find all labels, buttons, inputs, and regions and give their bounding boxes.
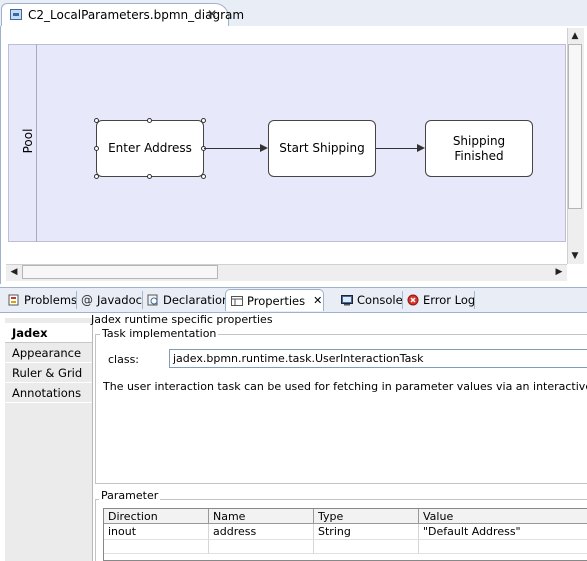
- tab-label: Properties: [247, 293, 306, 308]
- tab-label: Console: [357, 293, 403, 307]
- tab-label: Javadoc: [97, 293, 142, 307]
- selection-handle[interactable]: [201, 174, 206, 179]
- table-empty-cell: [419, 540, 587, 554]
- table-empty-cell: [314, 540, 419, 554]
- sidebar-tab-jadex[interactable]: Jadex: [5, 323, 92, 343]
- tab-declaration[interactable]: Declaration: [147, 289, 229, 311]
- group-title: Task implementation: [100, 327, 219, 340]
- table-cell-name[interactable]: address: [209, 524, 314, 540]
- task-label: Shipping Finished: [452, 133, 506, 163]
- selection-handle[interactable]: [147, 174, 152, 179]
- close-icon[interactable]: ✕: [313, 294, 322, 307]
- tab-separator: [402, 291, 403, 309]
- sequence-flow[interactable]: [376, 148, 417, 149]
- table-cell-direction[interactable]: inout: [104, 524, 209, 540]
- column-header-name[interactable]: Name: [209, 509, 314, 524]
- console-icon: [341, 295, 353, 306]
- declaration-icon: [147, 294, 158, 306]
- tab-problems[interactable]: Problems: [8, 289, 77, 311]
- section-title: Jadex runtime specific properties: [91, 313, 273, 326]
- table-cell-value[interactable]: "Default Address": [419, 524, 587, 540]
- problems-icon: [8, 294, 19, 306]
- arrow-head-icon: [417, 144, 425, 152]
- table-empty-cell: [104, 540, 209, 554]
- vertical-scroll-thumb[interactable]: [568, 44, 582, 209]
- task-label: Start Shipping: [279, 141, 365, 155]
- column-header-value[interactable]: Value: [419, 509, 587, 524]
- selection-handle[interactable]: [94, 118, 99, 123]
- selection-handle[interactable]: [147, 118, 152, 123]
- selection-handle[interactable]: [94, 174, 99, 179]
- properties-icon: [231, 295, 243, 306]
- error-log-icon: [407, 294, 419, 306]
- column-header-direction[interactable]: Direction: [104, 509, 209, 524]
- scroll-left-icon[interactable]: ◀: [7, 265, 21, 279]
- sidebar-tab-annotations[interactable]: Annotations: [5, 383, 92, 403]
- scroll-down-icon[interactable]: ▼: [568, 249, 582, 263]
- sequence-flow[interactable]: [204, 148, 260, 149]
- scroll-right-icon[interactable]: ▶: [552, 265, 566, 279]
- tab-properties[interactable]: Properties ✕: [225, 289, 324, 311]
- scroll-up-icon[interactable]: ▲: [568, 29, 582, 43]
- task-start-shipping[interactable]: Start Shipping: [268, 120, 376, 177]
- bpmn-diagram-icon: [10, 9, 22, 20]
- sidebar-tab-appearance[interactable]: Appearance: [5, 343, 92, 363]
- tab-separator: [76, 291, 77, 309]
- arrow-head-icon: [260, 144, 268, 152]
- tab-label: Problems: [24, 293, 78, 307]
- tab-console[interactable]: Console: [341, 289, 403, 311]
- tab-label: Error Log: [423, 293, 476, 307]
- class-label: class:: [108, 353, 140, 366]
- tab-label: Declaration: [163, 293, 230, 307]
- column-header-type[interactable]: Type: [314, 509, 419, 524]
- tab-separator: [474, 291, 475, 309]
- horizontal-scroll-thumb[interactable]: [22, 265, 218, 279]
- tab-separator: [142, 291, 143, 309]
- task-description: The user interaction task can be used fo…: [103, 380, 587, 393]
- task-enter-address[interactable]: Enter Address: [96, 120, 204, 177]
- table-empty-cell: [209, 540, 314, 554]
- javadoc-icon: @: [81, 293, 93, 307]
- pool-label[interactable]: Pool: [15, 123, 41, 159]
- tab-error-log[interactable]: Error Log: [407, 289, 475, 311]
- group-title: Parameter: [99, 489, 161, 502]
- selection-handle[interactable]: [94, 146, 99, 151]
- close-icon[interactable]: ✕: [207, 7, 217, 21]
- selection-handle[interactable]: [201, 118, 206, 123]
- table-cell-type[interactable]: String: [314, 524, 419, 540]
- tab-javadoc[interactable]: @ Javadoc: [81, 289, 142, 311]
- task-shipping-finished[interactable]: Shipping Finished: [425, 120, 533, 177]
- task-label: Enter Address: [108, 141, 192, 155]
- sidebar-tab-ruler-grid[interactable]: Ruler & Grid: [5, 363, 92, 383]
- editor-tab-diagram[interactable]: C2_LocalParameters.bpmn_diagram ✕: [1, 3, 244, 26]
- class-input[interactable]: jadex.bpmn.runtime.task.UserInteractionT…: [169, 349, 587, 368]
